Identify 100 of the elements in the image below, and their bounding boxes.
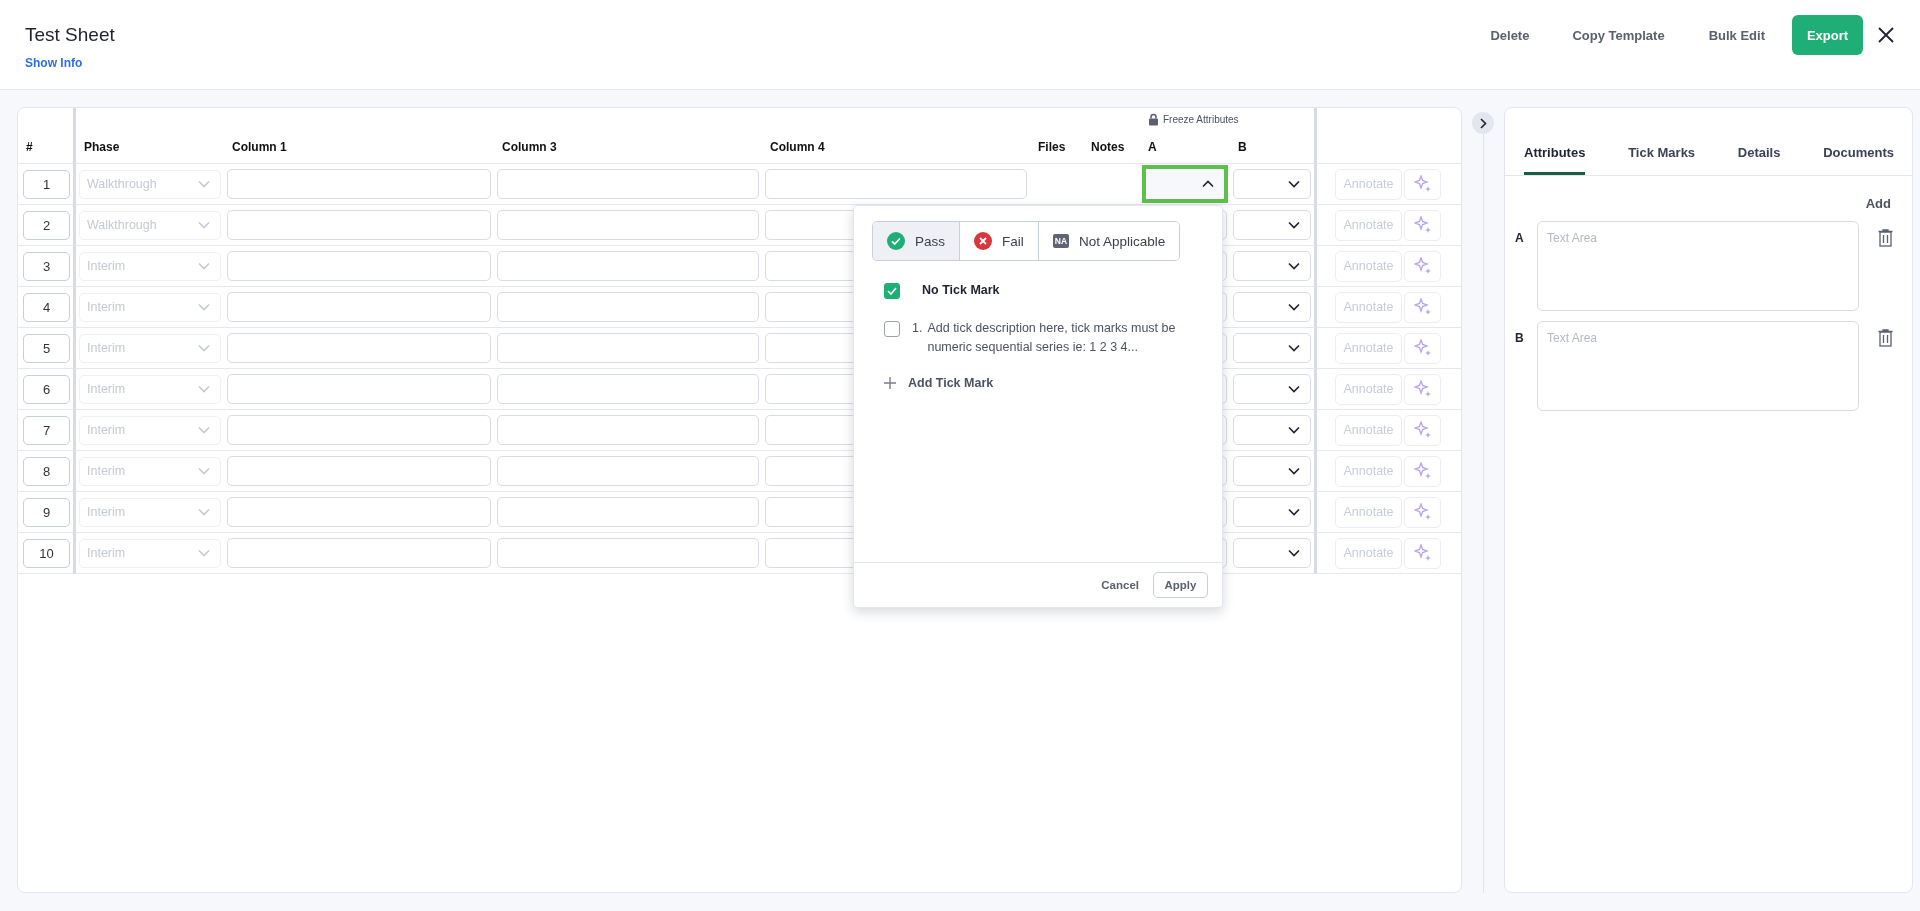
chevron-down-icon [1288,549,1300,557]
row-number[interactable]: 1 [23,169,70,199]
text-input-field[interactable] [227,456,491,486]
sparkle-icon [1413,298,1432,316]
text-input-field[interactable] [497,251,759,281]
close-icon[interactable] [1878,27,1894,43]
chevron-down-icon [1288,426,1300,434]
panel-tab[interactable]: Tick Marks [1628,145,1696,175]
text-input-field[interactable] [497,169,759,199]
column-header: Files [1030,108,1083,164]
chevron-down-icon [1288,508,1300,516]
add-attribute-button[interactable]: Add [1865,196,1891,211]
sparkle-icon [1413,421,1432,439]
attribute-select[interactable] [1233,292,1311,322]
sparkle-button[interactable] [1404,291,1441,323]
text-input-field[interactable] [497,374,759,404]
chevron-down-icon [198,426,210,434]
sparkle-button[interactable] [1404,332,1441,364]
sparkle-button[interactable] [1404,537,1441,569]
chevron-down-icon [198,180,210,188]
attribute-select[interactable] [1233,374,1311,404]
text-input-field[interactable] [227,374,491,404]
attribute-select[interactable] [1233,497,1311,527]
na-badge: NA [1052,233,1070,249]
sparkle-button[interactable] [1404,414,1441,446]
text-input-field[interactable] [497,210,759,240]
row-number[interactable]: 4 [23,292,70,322]
trash-icon[interactable] [1878,329,1893,347]
chevron-down-icon [198,344,210,352]
chevron-down-icon [1288,303,1300,311]
sparkle-button[interactable] [1404,209,1441,241]
attribute-label: A [1515,230,1525,247]
panel-tab[interactable]: Documents [1823,145,1894,175]
sparkle-button[interactable] [1404,455,1441,487]
text-input-field[interactable] [227,538,491,568]
text-input-field[interactable] [497,415,759,445]
header-action-button[interactable]: Delete [1490,27,1530,43]
row-number[interactable]: 9 [23,497,70,527]
plus-icon [884,377,896,389]
attribute-select[interactable] [1233,415,1311,445]
text-input-field[interactable] [227,415,491,445]
text-input-field[interactable] [227,169,491,199]
sparkle-button[interactable] [1404,373,1441,405]
row-number[interactable]: 8 [23,456,70,486]
text-input-field[interactable] [227,292,491,322]
attribute-select[interactable] [1233,169,1311,199]
x-circle-icon [974,232,992,250]
sparkle-icon [1413,462,1432,480]
apply-button[interactable]: Apply [1153,572,1208,598]
chevron-down-icon [1288,467,1300,475]
attribute-text-area[interactable]: Text Area [1537,221,1859,311]
checkbox[interactable] [884,321,900,337]
trash-icon[interactable] [1878,229,1893,247]
sparkle-icon [1413,216,1432,234]
panel-tab[interactable]: Details [1737,145,1781,175]
row-number[interactable]: 7 [23,415,70,445]
row-number[interactable]: 10 [23,538,70,568]
text-input-field[interactable] [227,333,491,363]
chevron-down-icon [198,508,210,516]
text-input-field[interactable] [497,497,759,527]
text-input-field[interactable] [227,210,491,240]
attribute-select[interactable] [1233,251,1311,281]
sparkle-button[interactable] [1404,496,1441,528]
row-number[interactable]: 3 [23,251,70,281]
attribute-select[interactable] [1233,333,1311,363]
row-number[interactable]: 5 [23,333,70,363]
collapse-panel-button[interactable] [1472,112,1494,134]
attribute-select[interactable] [1233,456,1311,486]
result-option[interactable]: Pass [873,222,960,260]
attribute-text-area[interactable]: Text Area [1537,321,1859,411]
cancel-button[interactable]: Cancel [1101,579,1139,591]
sparkle-button[interactable] [1404,168,1441,200]
sparkle-icon [1413,175,1432,193]
text-input-field[interactable] [497,333,759,363]
attribute-select[interactable] [1233,210,1311,240]
header-action-button[interactable]: Copy Template [1572,27,1665,43]
add-tick-mark-button[interactable]: Add Tick Mark [872,375,1000,391]
panel-tab[interactable]: Attributes [1524,145,1586,175]
lock-icon [1148,113,1159,126]
sparkle-button[interactable] [1404,250,1441,282]
text-input-field[interactable] [497,292,759,322]
text-input-field[interactable] [227,251,491,281]
chevron-down-icon [198,221,210,229]
attribute-select[interactable] [1142,165,1228,203]
text-input-field[interactable] [497,538,759,568]
chevron-right-icon [1479,117,1487,129]
text-input-field[interactable] [497,456,759,486]
row-number[interactable]: 2 [23,210,70,240]
chevron-down-icon [198,385,210,393]
show-info-link[interactable]: Show Info [25,56,1491,70]
chevron-down-icon [198,262,210,270]
header-action-button[interactable]: Bulk Edit [1708,27,1765,43]
attribute-select[interactable] [1233,538,1311,568]
attribute-label: B [1515,330,1525,347]
text-input-field[interactable] [765,169,1027,199]
freeze-attributes-label[interactable]: Freeze Attributes [1163,114,1239,125]
checkbox[interactable] [884,283,900,299]
column-header: Column 1 [224,108,494,164]
row-number[interactable]: 6 [23,374,70,404]
text-input-field[interactable] [227,497,491,527]
